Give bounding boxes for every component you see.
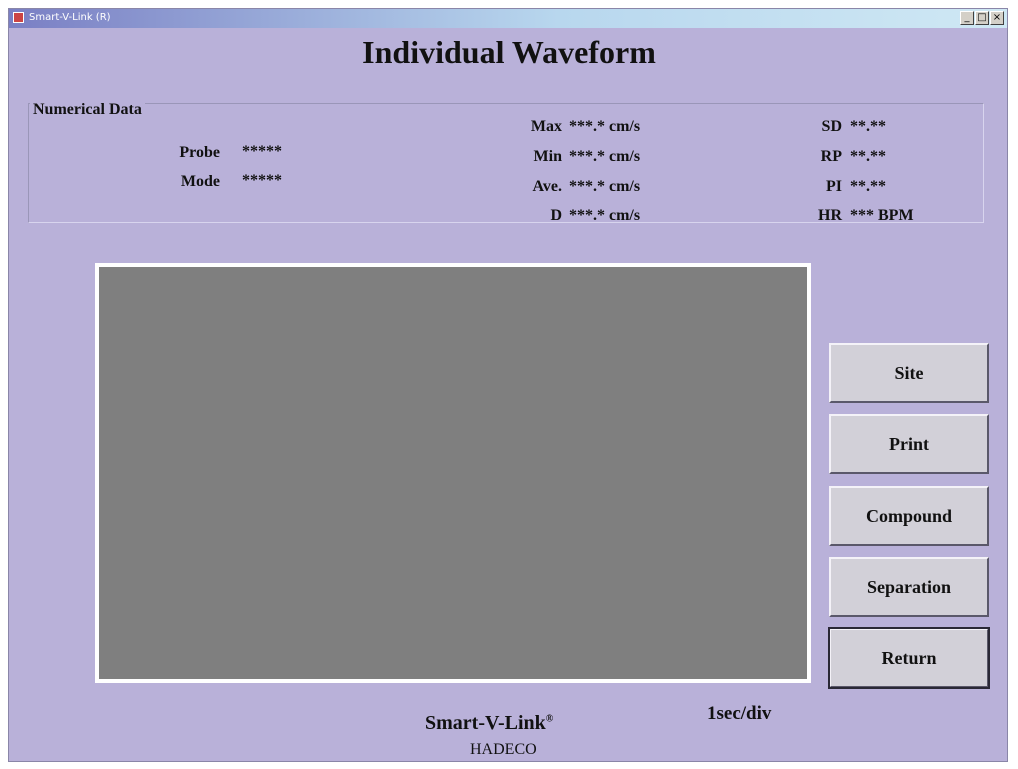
mode-value: ***** xyxy=(242,172,282,189)
mode-label: Mode xyxy=(180,173,220,190)
registered-mark: ® xyxy=(545,713,554,725)
return-button[interactable]: Return xyxy=(828,627,990,689)
maker-label: HADECO xyxy=(470,741,537,758)
window-title: Smart-V-Link (R) xyxy=(29,12,111,23)
sd-value: **.** xyxy=(850,118,886,135)
compound-button[interactable]: Compound xyxy=(829,486,989,546)
page-title: Individual Waveform xyxy=(362,34,656,70)
probe-value: ***** xyxy=(242,143,282,160)
hr-value: *** BPM xyxy=(850,207,914,224)
d-value: ***.* cm/s xyxy=(569,207,641,224)
separation-button[interactable]: Separation xyxy=(829,557,989,617)
rp-value: **.** xyxy=(850,148,886,165)
sd-label: SD xyxy=(821,118,842,135)
probe-label: Probe xyxy=(179,144,220,161)
brand-text: Smart-V-Link xyxy=(425,712,546,734)
min-label: Min xyxy=(533,148,562,165)
maximize-button[interactable]: □ xyxy=(975,11,989,25)
max-value: ***.* cm/s xyxy=(569,118,641,135)
timescale-label: 1sec/div xyxy=(707,703,772,724)
waveform-display xyxy=(95,263,811,683)
min-value: ***.* cm/s xyxy=(569,148,641,165)
brand-name: Smart-V-Link® xyxy=(425,712,553,735)
app-icon xyxy=(13,12,24,23)
pi-value: **.** xyxy=(850,178,886,195)
site-button[interactable]: Site xyxy=(829,343,989,403)
close-button[interactable]: × xyxy=(990,11,1004,25)
max-label: Max xyxy=(530,118,562,135)
ave-value: ***.* cm/s xyxy=(569,178,641,195)
rp-label: RP xyxy=(820,148,842,165)
print-button[interactable]: Print xyxy=(829,414,989,474)
waveform-screen xyxy=(99,267,807,679)
title-bar: Smart-V-Link (R) _ □ × xyxy=(9,9,1007,28)
ave-label: Ave. xyxy=(532,178,562,195)
pi-label: PI xyxy=(826,178,842,195)
minimize-button[interactable]: _ xyxy=(960,11,974,25)
hr-label: HR xyxy=(818,207,842,224)
numerical-data-legend: Numerical Data xyxy=(30,101,145,119)
d-label: D xyxy=(550,207,562,224)
